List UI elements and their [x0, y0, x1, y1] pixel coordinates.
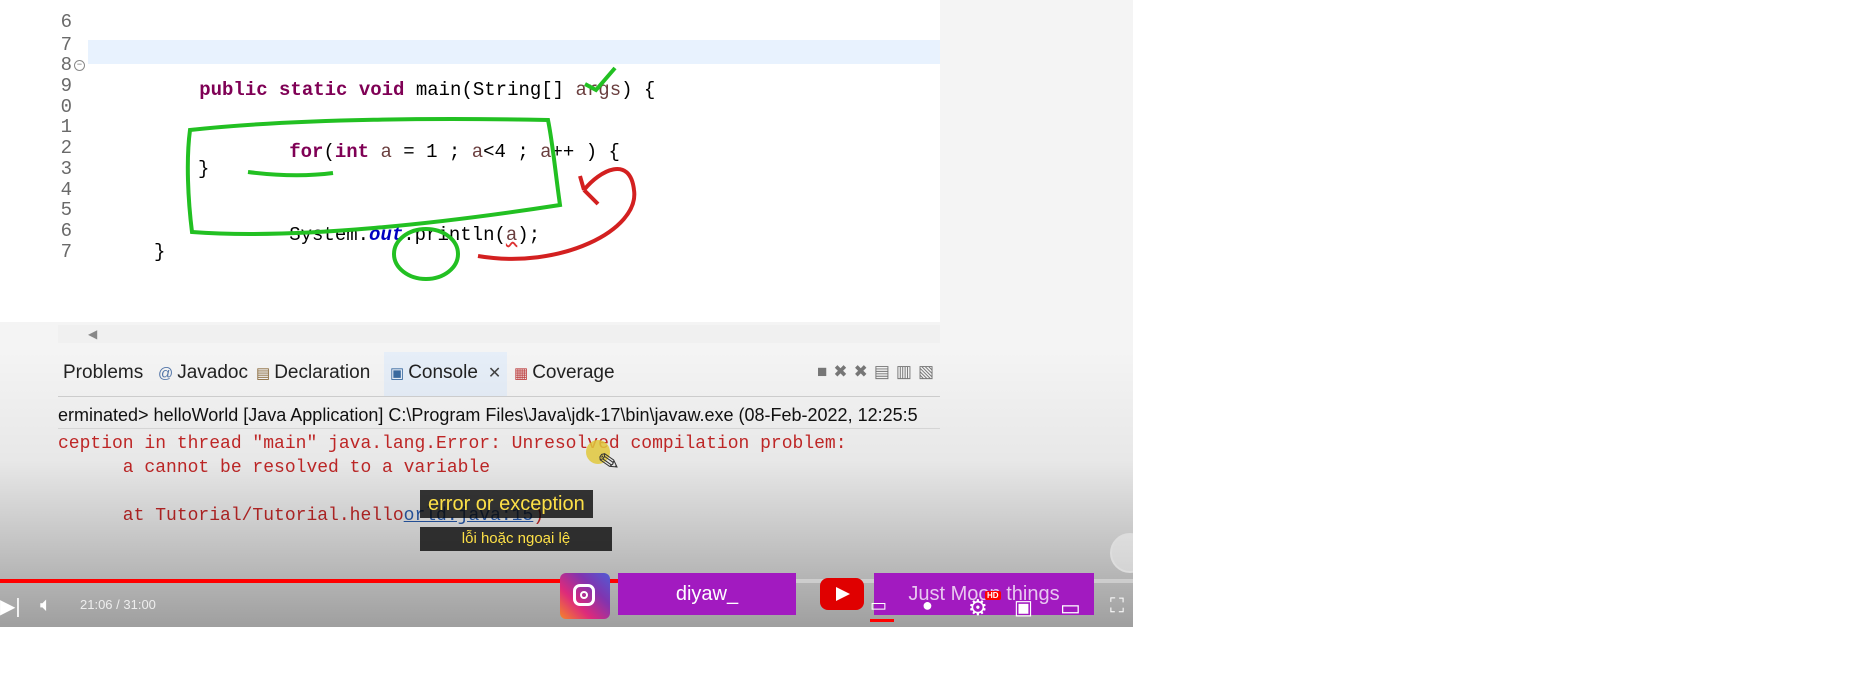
instagram-icon[interactable]: [560, 573, 610, 619]
error-line-1: ception in thread "main" java.lang.Error…: [58, 434, 847, 454]
console-icon: ▣: [390, 365, 405, 382]
console-toolbar: ■✖✖▤▥▧: [817, 362, 940, 382]
scroll-left-icon[interactable]: ◀: [88, 327, 97, 341]
corner-watermark-icon: [1110, 533, 1133, 573]
time-display: 21:06 / 31:00: [80, 597, 156, 612]
next-button[interactable]: ▶|: [0, 594, 21, 619]
panel-tabs: Problems @ Javadoc ▤ Declaration ▣ Console ✕…: [58, 352, 940, 397]
stop-icon[interactable]: ■: [817, 362, 833, 381]
miniplayer-icon[interactable]: ▣: [1014, 595, 1033, 620]
video-player[interactable]: 6 7 8 − public static void main(String[]…: [0, 0, 1133, 627]
subtitles-icon[interactable]: ▭: [870, 595, 887, 616]
tab-declaration[interactable]: ▤ Declaration: [256, 362, 370, 384]
pin-icon[interactable]: ▧: [918, 362, 940, 381]
autoplay-icon[interactable]: ●: [922, 595, 933, 616]
promo-instagram-label[interactable]: diyaw_: [618, 573, 796, 615]
remove-launch-icon[interactable]: ✖: [833, 362, 853, 381]
code-line-6: 6: [60, 11, 72, 33]
error-line-2: a cannot be resolved to a variable: [58, 458, 491, 478]
declaration-icon: ▤: [256, 365, 271, 382]
subtitle-english: error or exception: [420, 490, 593, 518]
subtitle-vietnamese: lỗi hoặc ngoại lệ: [420, 527, 612, 551]
youtube-icon[interactable]: [820, 578, 864, 610]
fold-toggle-icon[interactable]: −: [74, 60, 85, 71]
volume-icon[interactable]: 🔈︎: [40, 594, 52, 617]
tab-coverage[interactable]: ▦ Coverage: [514, 362, 615, 384]
tab-problems[interactable]: Problems: [63, 362, 143, 384]
tab-javadoc[interactable]: @ Javadoc: [158, 362, 248, 384]
remove-all-icon[interactable]: ✖: [854, 362, 874, 381]
close-icon[interactable]: ✕: [488, 365, 501, 382]
coverage-icon: ▦: [514, 365, 529, 382]
scroll-lock-icon[interactable]: ▥: [896, 362, 918, 381]
code-line-17: 7 }: [60, 241, 166, 263]
code-editor: 6 7 8 − public static void main(String[]…: [0, 0, 940, 322]
subtitles-active-indicator: [870, 619, 894, 622]
hd-badge: HD: [985, 591, 1001, 600]
theater-mode-icon[interactable]: ▭: [1060, 595, 1081, 621]
terminated-status: erminated> helloWorld [Java Application]…: [58, 402, 940, 429]
tab-console[interactable]: ▣ Console ✕: [384, 352, 508, 396]
javadoc-icon: @: [158, 365, 174, 382]
fullscreen-icon[interactable]: ⛶: [1110, 595, 1124, 618]
clear-console-icon[interactable]: ▤: [874, 362, 896, 381]
editor-horizontal-scrollbar[interactable]: ◀: [58, 325, 940, 343]
